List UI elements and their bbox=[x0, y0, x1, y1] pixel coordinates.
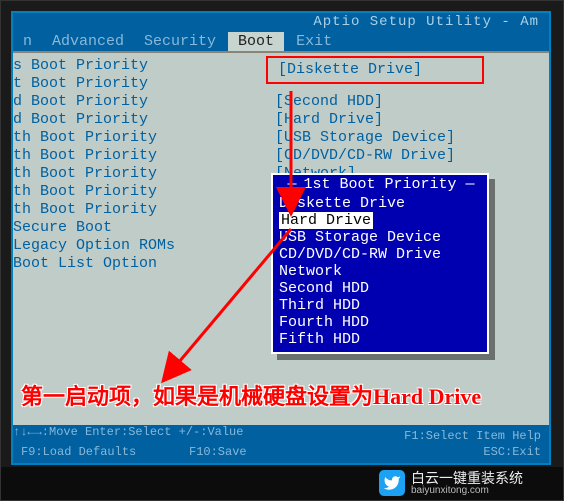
value-cddvd: [CD/DVD/CD-RW Drive] bbox=[275, 147, 455, 165]
help-select: Enter:Select bbox=[85, 425, 171, 439]
popup-item-diskette[interactable]: Diskette Drive bbox=[273, 195, 487, 212]
menu-security[interactable]: Security bbox=[134, 32, 226, 51]
boot-priority-popup[interactable]: 1st Boot Priority Diskette Drive Hard Dr… bbox=[271, 173, 489, 354]
menu-advanced[interactable]: Advanced bbox=[42, 32, 134, 51]
help-exit: ESC:Exit bbox=[483, 445, 541, 459]
priority-row[interactable]: d Boot Priority bbox=[13, 111, 175, 129]
priority-row[interactable]: th Boot Priority bbox=[13, 201, 175, 219]
boot-priority-list: s Boot Priority t Boot Priority d Boot P… bbox=[13, 57, 175, 273]
secure-boot-row[interactable]: Secure Boot bbox=[13, 219, 175, 237]
popup-item-fifth-hdd[interactable]: Fifth HDD bbox=[273, 331, 487, 348]
help-bar: F9:Load Defaults F10:Save F1:Select Item… bbox=[13, 443, 549, 463]
watermark-url: baiyunxitong.com bbox=[411, 485, 523, 496]
popup-item-second-hdd[interactable]: Second HDD bbox=[273, 280, 487, 297]
help-defaults: F9:Load Defaults bbox=[21, 445, 136, 459]
popup-title: 1st Boot Priority bbox=[273, 176, 487, 195]
popup-item-fourth-hdd[interactable]: Fourth HDD bbox=[273, 314, 487, 331]
priority-row[interactable]: th Boot Priority bbox=[13, 129, 175, 147]
boot-value-list: [Diskette Drive] [Second HDD] [Hard Driv… bbox=[275, 75, 455, 183]
popup-item-network[interactable]: Network bbox=[273, 263, 487, 280]
help-move: ↑↓←→:Move bbox=[13, 425, 78, 439]
watermark-name: 白云一键重装系统 bbox=[411, 471, 523, 485]
menu-boot[interactable]: Boot bbox=[228, 32, 284, 51]
help-value: +/-:Value bbox=[179, 425, 244, 439]
bios-header: Aptio Setup Utility - Am bbox=[13, 13, 549, 31]
value-usb: [USB Storage Device] bbox=[275, 129, 455, 147]
bottom-bar: 白云一键重装系统 baiyunxitong.com bbox=[1, 467, 563, 500]
help-save: F10:Save bbox=[189, 445, 247, 459]
bios-body: s Boot Priority t Boot Priority d Boot P… bbox=[13, 53, 549, 442]
popup-item-cddvd[interactable]: CD/DVD/CD-RW Drive bbox=[273, 246, 487, 263]
priority-row[interactable]: th Boot Priority bbox=[13, 147, 175, 165]
watermark: 白云一键重装系统 baiyunxitong.com bbox=[379, 470, 523, 496]
priority-row[interactable]: t Boot Priority bbox=[13, 75, 175, 93]
menu-main[interactable]: n bbox=[13, 32, 42, 51]
boot-list-option-row[interactable]: Boot List Option bbox=[13, 255, 175, 273]
menu-exit[interactable]: Exit bbox=[286, 32, 342, 51]
priority-row[interactable]: th Boot Priority bbox=[13, 183, 175, 201]
popup-item-hard-drive[interactable]: Hard Drive bbox=[279, 212, 373, 229]
annotation-highlight-box: [Diskette Drive] bbox=[266, 56, 484, 84]
popup-item-usb[interactable]: USB Storage Device bbox=[273, 229, 487, 246]
help-item: F1:Select Item Help bbox=[404, 429, 541, 443]
priority-row[interactable]: d Boot Priority bbox=[13, 93, 175, 111]
utility-title: Aptio Setup Utility - Am bbox=[313, 14, 539, 30]
value-diskette-visible: [Diskette Drive] bbox=[278, 61, 422, 78]
value-hard-drive: [Hard Drive] bbox=[275, 111, 455, 129]
priority-row[interactable]: th Boot Priority bbox=[13, 165, 175, 183]
menu-bar[interactable]: n Advanced Security Boot Exit bbox=[13, 31, 549, 51]
legacy-roms-row[interactable]: Legacy Option ROMs bbox=[13, 237, 175, 255]
bird-icon bbox=[379, 470, 405, 496]
priority-row[interactable]: s Boot Priority bbox=[13, 57, 175, 75]
value-second-hdd: [Second HDD] bbox=[275, 93, 455, 111]
popup-item-third-hdd[interactable]: Third HDD bbox=[273, 297, 487, 314]
